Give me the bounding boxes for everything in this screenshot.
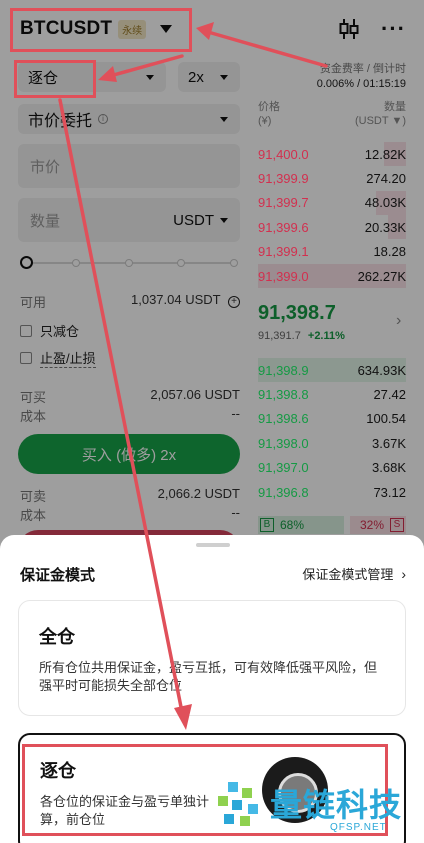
orderbook-qty: 27.42 xyxy=(373,386,406,402)
orderbook-qty: 20.33K xyxy=(364,219,406,235)
orderbook-qty: 634.93K xyxy=(357,362,406,378)
orderbook-price: 91,396.8 xyxy=(258,484,309,500)
manage-label: 保证金模式管理 xyxy=(302,567,394,582)
orderbook-qty: 12.82K xyxy=(364,146,406,162)
sheet-grabber[interactable] xyxy=(196,543,230,547)
orderbook-price: 91,397.0 xyxy=(258,460,309,476)
watermark-subtext: QFSP.NET xyxy=(330,822,387,833)
orderbook-qty: 48.03K xyxy=(364,195,406,211)
chevron-right-icon: › xyxy=(401,565,406,582)
sheet-title: 保证金模式 xyxy=(20,567,96,584)
orderbook-qty: 100.54 xyxy=(366,411,406,427)
orderbook-qty: 274.20 xyxy=(366,170,406,186)
orderbook-qty: 262.27K xyxy=(357,268,406,284)
orderbook-price: 91,400.0 xyxy=(258,146,309,162)
orderbook-qty: 3.67K xyxy=(372,435,406,451)
orderbook-price: 91,398.8 xyxy=(258,386,309,402)
orderbook-qty: 3.68K xyxy=(372,460,406,476)
orderbook-qty: 18.28 xyxy=(373,244,406,260)
highlight-pair xyxy=(10,8,192,52)
orderbook-price: 91,399.9 xyxy=(258,170,309,186)
watermark-text: 量链科技 xyxy=(270,787,403,823)
orderbook-price: 91,398.6 xyxy=(258,411,309,427)
orderbook-price: 91,399.0 xyxy=(258,268,309,284)
orderbook-price: 91,398.9 xyxy=(258,362,309,378)
highlight-margin-mode xyxy=(14,60,96,98)
cross-title: 全仓 xyxy=(39,627,75,647)
watermark-logo-icon xyxy=(214,780,262,828)
orderbook-price: 91,399.6 xyxy=(258,219,309,235)
orderbook-price: 91,399.1 xyxy=(258,244,309,260)
orderbook-price: 91,399.7 xyxy=(258,195,309,211)
orderbook-price: 91,398.0 xyxy=(258,435,309,451)
cross-description: 所有仓位共用保证金，盈亏互抵，可有效降低强平风险，但强平时可能损失全部仓位 xyxy=(39,660,378,693)
margin-mode-manage-link[interactable]: 保证金模式管理 › xyxy=(302,564,406,583)
cross-margin-option[interactable]: 全仓 所有仓位共用保证金，盈亏互抵，可有效降低强平风险，但强平时可能损失全部仓位 xyxy=(18,600,406,716)
orderbook-qty: 73.12 xyxy=(373,484,406,500)
watermark: 量链科技 QFSP.NET xyxy=(206,772,424,843)
